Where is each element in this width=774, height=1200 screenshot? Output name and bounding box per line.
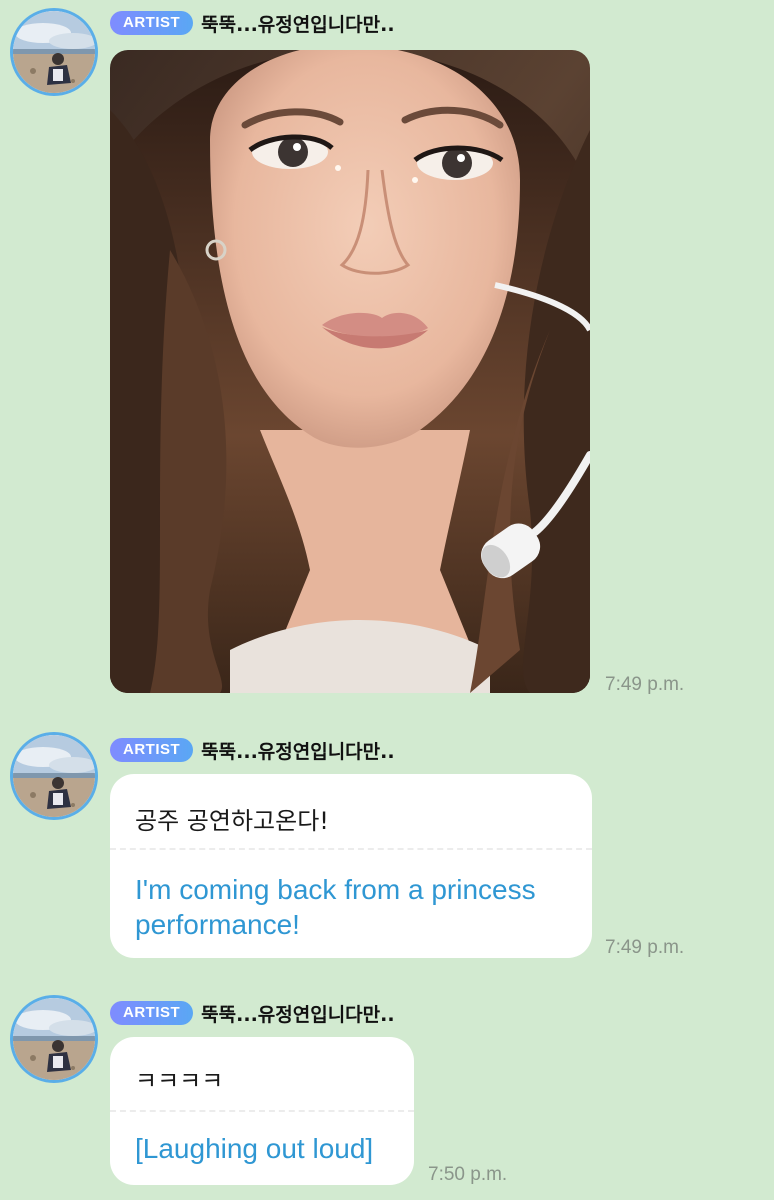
sender-avatar[interactable] bbox=[10, 995, 98, 1083]
sender-name[interactable]: 뚝뚝...유정연입니다만.. bbox=[201, 10, 394, 37]
chat-message: ARTIST 뚝뚝...유정연입니다만.. 7:49 p.m. bbox=[0, 0, 774, 700]
original-text: ㅋㅋㅋㅋ bbox=[135, 1067, 224, 1095]
artist-badge: ARTIST bbox=[110, 738, 194, 762]
message-timestamp: 7:50 p.m. bbox=[428, 1164, 508, 1185]
original-text: 공주 공연하고온다! bbox=[135, 807, 329, 835]
selfie-image bbox=[110, 50, 590, 693]
chat-message: ARTIST 뚝뚝...유정연입니다만.. 공주 공연하고온다! I'm com… bbox=[0, 730, 774, 970]
message-photo[interactable] bbox=[110, 50, 590, 693]
sender-name[interactable]: 뚝뚝...유정연입니다만.. bbox=[201, 1000, 394, 1027]
sender-avatar[interactable] bbox=[10, 732, 98, 820]
avatar-image bbox=[13, 998, 95, 1080]
artist-badge: ARTIST bbox=[110, 11, 194, 35]
artist-badge: ARTIST bbox=[110, 1001, 194, 1025]
message-bubble[interactable]: ㅋㅋㅋㅋ [Laughing out loud] bbox=[110, 1037, 414, 1185]
bubble-divider bbox=[110, 848, 592, 850]
message-bubble[interactable]: 공주 공연하고온다! I'm coming back from a prince… bbox=[110, 774, 592, 958]
translated-text: I'm coming back from a princess performa… bbox=[135, 874, 536, 940]
message-timestamp: 7:49 p.m. bbox=[605, 937, 685, 958]
avatar-image bbox=[13, 11, 95, 93]
message-timestamp: 7:49 p.m. bbox=[605, 674, 685, 695]
translated-text: [Laughing out loud] bbox=[135, 1133, 374, 1164]
sender-avatar[interactable] bbox=[10, 8, 98, 96]
sender-name[interactable]: 뚝뚝...유정연입니다만.. bbox=[201, 737, 394, 764]
bubble-divider bbox=[110, 1110, 414, 1112]
avatar-image bbox=[13, 735, 95, 817]
chat-message: ARTIST 뚝뚝...유정연입니다만.. ㅋㅋㅋㅋ [Laughing out… bbox=[0, 993, 774, 1200]
